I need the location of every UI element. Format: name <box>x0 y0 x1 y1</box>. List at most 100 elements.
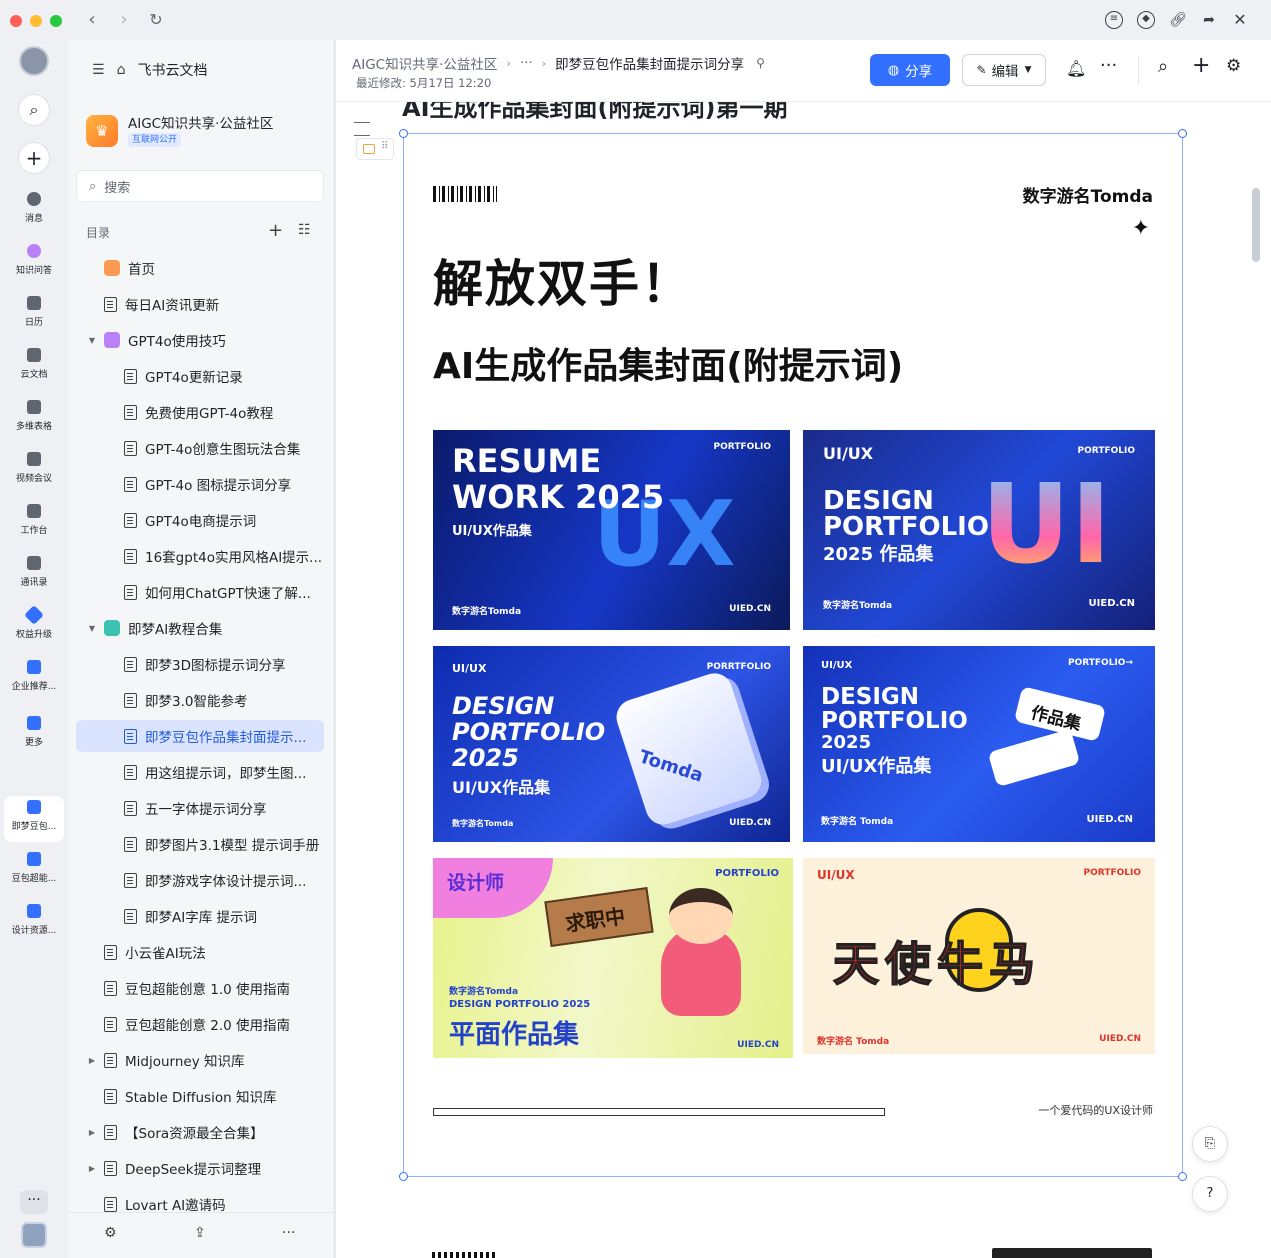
sidebar-tree-item[interactable]: 即梦游戏字体设计提示词... <box>76 864 324 896</box>
sidebar-tree-item[interactable]: ▼ GPT4o使用技巧 <box>76 324 324 356</box>
rail-item-contacts[interactable]: 通讯录 <box>4 552 64 598</box>
sidebar-tree-item[interactable]: 小云雀AI玩法 <box>76 936 324 968</box>
tree-item-label: 如何用ChatGPT快速了解... <box>145 586 311 602</box>
sidebar-tree-item[interactable]: 如何用ChatGPT快速了解... <box>76 576 324 608</box>
create-icon[interactable]: + <box>18 142 50 174</box>
sidebar-tree-item[interactable]: 即梦图片3.1模型 提示词手册 <box>76 828 324 860</box>
card-title-line: PORTFOLIO <box>821 708 968 734</box>
tree-item-label: 即梦豆包作品集封面提示... <box>145 730 307 746</box>
doc-outline-button[interactable]: ⎘ <box>1192 1126 1228 1162</box>
resize-handle[interactable] <box>1178 1172 1187 1181</box>
gear-icon[interactable]: ⚙ <box>1226 56 1241 76</box>
search-icon[interactable]: ⌕ <box>18 94 50 126</box>
chat-icon[interactable]: ≡ <box>1105 11 1123 29</box>
sidebar-tree-item[interactable]: 即梦豆包作品集封面提示... <box>76 720 324 752</box>
sidebar-tree-item[interactable]: 首页 <box>76 252 324 284</box>
sidebar-tree-item[interactable]: 即梦AI字库 提示词 <box>76 900 324 932</box>
rail-item-pinned-doubao[interactable]: 豆包超能... <box>4 848 64 894</box>
add-page-icon[interactable]: + <box>268 220 283 241</box>
search-icon[interactable]: ⌕ <box>1158 56 1168 77</box>
rail-item-calendar[interactable]: 日历 <box>4 292 64 338</box>
sidebar-tree-item[interactable]: GPT4o电商提示词 <box>76 504 324 536</box>
add-icon[interactable]: + <box>1192 53 1210 78</box>
rail-item-base[interactable]: 多维表格 <box>4 396 64 442</box>
cover-card-design-ui: UI UI/UX DESIGN PORTFOLIO 2025 作品集 PORTF… <box>803 430 1155 630</box>
card-title-line: 设计师 <box>447 872 505 894</box>
reload-icon[interactable]: ↻ <box>145 10 167 29</box>
rail-more-button[interactable]: ··· <box>20 1190 48 1214</box>
rail-item-pinned-jimeng[interactable]: 即梦豆包... <box>4 796 64 842</box>
list-settings-icon[interactable]: ☷ <box>298 222 311 238</box>
drag-handle-icon[interactable]: ⠿ <box>381 141 388 152</box>
settings-icon[interactable]: ⚙ <box>104 1225 117 1241</box>
sidebar-tree-item[interactable]: GPT4o更新记录 <box>76 360 324 392</box>
scrollbar[interactable] <box>1252 188 1260 262</box>
sidebar-tree-item[interactable]: Stable Diffusion 知识库 <box>76 1080 324 1112</box>
back-icon[interactable]: ‹ <box>81 9 103 30</box>
caret-right-icon[interactable]: ▶ <box>86 1128 98 1137</box>
sidebar-tree-item[interactable]: 用这组提示词，即梦生图... <box>76 756 324 788</box>
rail-item-knowledge-qa[interactable]: 知识问答 <box>4 240 64 286</box>
resize-handle[interactable] <box>1178 129 1187 138</box>
user-avatar[interactable] <box>19 46 49 76</box>
link-icon[interactable]: 🔗︎ <box>1169 11 1187 29</box>
poster-image[interactable]: 数字游名Tomda ✦ 解放双手！ AI生成作品集封面(附提示词) UX RES… <box>399 129 1187 1181</box>
resize-handle[interactable] <box>399 129 408 138</box>
doc-icon <box>104 1160 117 1176</box>
caret-right-icon[interactable]: ▶ <box>86 1164 98 1173</box>
forward-share-icon[interactable]: ➦ <box>1200 11 1218 29</box>
rail-item-workplace[interactable]: 工作台 <box>4 500 64 546</box>
sidebar-tree-item[interactable]: 免费使用GPT-4o教程 <box>76 396 324 428</box>
sidebar-tree-item[interactable]: 豆包超能创意 2.0 使用指南 <box>76 1008 324 1040</box>
caret-right-icon[interactable]: ▶ <box>86 1056 98 1065</box>
share-button[interactable]: ◍ 分享 <box>870 54 950 86</box>
rail-item-pinned-design[interactable]: 设计资源... <box>4 900 64 946</box>
block-menu-icon[interactable] <box>354 122 370 136</box>
sidebar-tree-item[interactable]: ▶ 【Sora资源最全合集】 <box>76 1116 324 1148</box>
close-window-button[interactable] <box>10 15 22 27</box>
sidebar-tree-item[interactable]: ▶ DeepSeek提示词整理 <box>76 1152 324 1184</box>
sidebar-search-input[interactable]: ⌕ 搜索 <box>76 170 324 202</box>
breadcrumb-more[interactable]: ··· <box>520 55 533 71</box>
help-button[interactable]: ? <box>1192 1176 1228 1212</box>
sidebar-tree-item[interactable]: 即梦3D图标提示词分享 <box>76 648 324 680</box>
resize-handle[interactable] <box>399 1172 408 1181</box>
rail-item-enterprise[interactable]: 企业推荐... <box>4 656 64 702</box>
more-icon[interactable]: ··· <box>282 1225 295 1241</box>
docs-icon <box>27 348 41 362</box>
image-block-toolbar[interactable]: ⠿ <box>356 138 394 160</box>
tree-item-label: 豆包超能创意 2.0 使用指南 <box>125 1018 291 1034</box>
home-icon[interactable]: ⌂ <box>117 62 126 78</box>
pin-icon[interactable]: ⚲ <box>756 56 765 70</box>
sidebar-tree-item[interactable]: 豆包超能创意 1.0 使用指南 <box>76 972 324 1004</box>
rail-item-messages[interactable]: 消息 <box>4 188 64 234</box>
rail-item-more[interactable]: 更多 <box>4 712 64 758</box>
bell-icon[interactable]: 🔔︎ <box>1066 59 1086 78</box>
sidebar-tree-item[interactable]: 五一字体提示词分享 <box>76 792 324 824</box>
sidebar-tree-item[interactable]: 16套gpt4o实用风格AI提示... <box>76 540 324 572</box>
more-icon[interactable]: ··· <box>1100 55 1117 76</box>
minimize-window-button[interactable] <box>30 15 42 27</box>
doc-icon <box>124 692 137 708</box>
zoom-window-button[interactable] <box>50 15 62 27</box>
breadcrumb-space[interactable]: AIGC知识共享·公益社区 <box>352 53 497 73</box>
sidebar-tree-item[interactable]: GPT-4o 图标提示词分享 <box>76 468 324 500</box>
space-header[interactable]: ♛ AIGC知识共享·公益社区 互联网公开 <box>84 110 320 154</box>
sidebar-tree-item[interactable]: GPT-4o创意生图玩法合集 <box>76 432 324 464</box>
share-out-icon[interactable]: ⇪ <box>194 1225 206 1241</box>
compass-icon[interactable]: ◆ <box>1137 11 1155 29</box>
collapse-sidebar-icon[interactable]: ☰ <box>92 62 105 78</box>
caret-down-icon[interactable]: ▼ <box>86 336 98 345</box>
sidebar-tree-item[interactable]: ▼ 即梦AI教程合集 <box>76 612 324 644</box>
caret-down-icon[interactable]: ▼ <box>86 624 98 633</box>
workspace-avatar[interactable] <box>21 1222 47 1248</box>
rail-item-meeting[interactable]: 视频会议 <box>4 448 64 494</box>
sidebar-tree-item[interactable]: 即梦3.0智能参考 <box>76 684 324 716</box>
edit-button[interactable]: ✎ 编辑 ▼ <box>962 54 1046 86</box>
forward-icon[interactable]: › <box>113 9 135 30</box>
rail-item-upgrade[interactable]: 权益升级 <box>4 604 64 650</box>
rail-item-docs[interactable]: 云文档 <box>4 344 64 390</box>
close-tab-icon[interactable]: ✕ <box>1231 11 1249 29</box>
sidebar-tree-item[interactable]: 每日AI资讯更新 <box>76 288 324 320</box>
sidebar-tree-item[interactable]: ▶ Midjourney 知识库 <box>76 1044 324 1076</box>
